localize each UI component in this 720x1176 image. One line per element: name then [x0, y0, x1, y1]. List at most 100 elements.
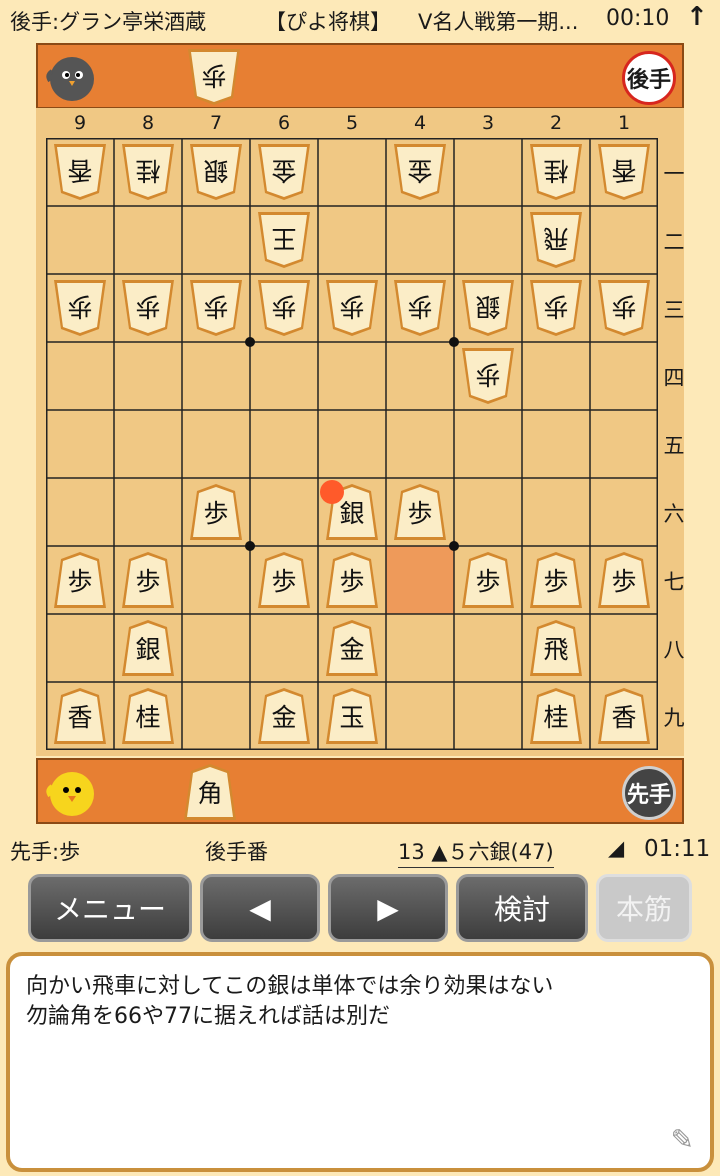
piece-label: 歩 — [611, 567, 637, 596]
sente-piece[interactable]: 桂 — [528, 686, 584, 746]
gote-piece[interactable]: 桂 — [120, 142, 176, 202]
rank-label: 八 — [663, 638, 685, 662]
sente-piece[interactable]: 歩 — [52, 550, 108, 610]
gote-piece[interactable]: 歩 — [324, 278, 380, 338]
gote-piece[interactable]: 歩 — [392, 278, 448, 338]
pencil-edit-icon[interactable]: ✎ — [671, 1123, 694, 1156]
gote-piece[interactable]: 桂 — [528, 142, 584, 202]
rank-label: 九 — [663, 706, 685, 730]
gote-piece[interactable]: 香 — [52, 142, 108, 202]
analyze-button[interactable]: 検討 — [456, 874, 588, 942]
comment-line-2: 勿論角を66や77に据えれば話は別だ — [26, 1004, 390, 1029]
piece-label: 歩 — [135, 292, 161, 321]
sente-piece[interactable]: 歩 — [324, 550, 380, 610]
star-point — [449, 541, 459, 551]
piece-label: 金 — [271, 156, 297, 185]
previous-move-button[interactable]: ◀ — [200, 874, 320, 942]
gote-piece[interactable]: 飛 — [528, 210, 584, 270]
gote-piece[interactable]: 歩 — [528, 278, 584, 338]
rank-label: 三 — [663, 298, 685, 322]
gote-piece[interactable]: 王 — [256, 210, 312, 270]
piece-label: 桂 — [543, 703, 569, 732]
rank-label: 五 — [663, 434, 685, 458]
piece-label: 歩 — [611, 292, 637, 321]
sente-piece[interactable]: 桂 — [120, 686, 176, 746]
gote-player-name: 後手:グラン亭栄酒蔵 — [10, 10, 207, 34]
sente-piece[interactable]: 金 — [324, 618, 380, 678]
file-label: 3 — [481, 112, 495, 134]
piece-label: 歩 — [67, 292, 93, 321]
sente-piece[interactable]: 歩 — [256, 550, 312, 610]
piece-label: 飛 — [543, 224, 569, 253]
gote-piece[interactable]: 歩 — [188, 278, 244, 338]
shogi-board: 987654321 一二三四五六七八九 香桂銀金金桂香王飛歩歩歩歩歩歩銀歩歩歩歩… — [36, 108, 685, 756]
sente-piece[interactable]: 歩 — [392, 482, 448, 542]
app-title: 【ぴよ将棋】 — [265, 10, 391, 34]
move-marker-dot — [320, 480, 344, 504]
sente-piece[interactable]: 角 — [182, 762, 238, 822]
sente-piece[interactable]: 歩 — [120, 550, 176, 610]
rank-label: 一 — [663, 162, 685, 186]
piece-label: 銀 — [475, 292, 501, 321]
piece-label: 歩 — [339, 292, 365, 321]
piece-label: 金 — [271, 703, 297, 732]
piece-label: 銀 — [135, 635, 161, 664]
sente-piece[interactable]: 香 — [596, 686, 652, 746]
piece-label: 歩 — [407, 499, 433, 528]
up-arrow-icon[interactable]: ↑ — [686, 2, 708, 32]
piece-label: 歩 — [543, 292, 569, 321]
gote-piece[interactable]: 銀 — [460, 278, 516, 338]
piece-label: 飛 — [543, 635, 569, 664]
file-label: 8 — [141, 112, 155, 134]
piece-label: 歩 — [203, 292, 229, 321]
piece-label: 桂 — [135, 703, 161, 732]
rank-label: 六 — [663, 502, 685, 526]
sente-piece[interactable]: 歩 — [528, 550, 584, 610]
piece-label: 桂 — [135, 156, 161, 185]
sente-piece[interactable]: 玉 — [324, 686, 380, 746]
sente-piece[interactable]: 歩 — [596, 550, 652, 610]
piece-label: 歩 — [339, 567, 365, 596]
file-label: 4 — [413, 112, 427, 134]
piece-label: 香 — [67, 703, 93, 732]
move-record[interactable]: 13 ▲５六銀(47) — [398, 836, 554, 868]
sente-piece[interactable]: 歩 — [188, 482, 244, 542]
gote-piece[interactable]: 歩 — [52, 278, 108, 338]
sente-piece[interactable]: 歩 — [460, 550, 516, 610]
piece-label: 香 — [67, 156, 93, 185]
piece-label: 歩 — [407, 292, 433, 321]
gote-piece[interactable]: 歩 — [596, 278, 652, 338]
menu-button[interactable]: メニュー — [28, 874, 192, 942]
gote-piece[interactable]: 歩 — [460, 346, 516, 406]
gote-time: 00:10 — [606, 6, 670, 31]
comment-line-1: 向かい飛車に対してこの銀は単体では余り効果はない — [26, 974, 554, 999]
sente-piece[interactable]: 飛 — [528, 618, 584, 678]
gote-piece[interactable]: 銀 — [188, 142, 244, 202]
sente-piece[interactable]: 銀 — [120, 618, 176, 678]
info-row: 先手:歩 後手番 13 ▲５六銀(47) ◢ 01:11 — [0, 832, 720, 868]
piece-label: 歩 — [543, 567, 569, 596]
sente-piece[interactable]: 金 — [256, 686, 312, 746]
piece-label: 歩 — [67, 567, 93, 596]
piece-label: 玉 — [339, 703, 365, 732]
rank-label: 七 — [663, 570, 685, 594]
piece-label: 歩 — [475, 567, 501, 596]
piece-label: 歩 — [135, 567, 161, 596]
file-label: 2 — [549, 112, 563, 134]
gote-piece[interactable]: 歩 — [256, 278, 312, 338]
piece-label: 桂 — [543, 156, 569, 185]
gote-piece[interactable]: 香 — [596, 142, 652, 202]
gote-piece[interactable]: 金 — [256, 142, 312, 202]
gote-piece[interactable]: 金 — [392, 142, 448, 202]
comment-box[interactable]: 向かい飛車に対してこの銀は単体では余り効果はない 勿論角を66や77に据えれば話… — [6, 952, 714, 1172]
next-move-button[interactable]: ▶ — [328, 874, 448, 942]
sente-chick-avatar-icon — [46, 772, 94, 816]
gote-piece[interactable]: 歩 — [120, 278, 176, 338]
piece-label: 金 — [339, 635, 365, 664]
piece-label: 香 — [611, 703, 637, 732]
gote-piece[interactable]: 歩 — [186, 47, 242, 107]
mainline-button[interactable]: 本筋 — [596, 874, 692, 942]
sente-piece[interactable]: 香 — [52, 686, 108, 746]
sente-badge: 先手 — [622, 766, 676, 820]
rank-label: 二 — [663, 230, 685, 254]
